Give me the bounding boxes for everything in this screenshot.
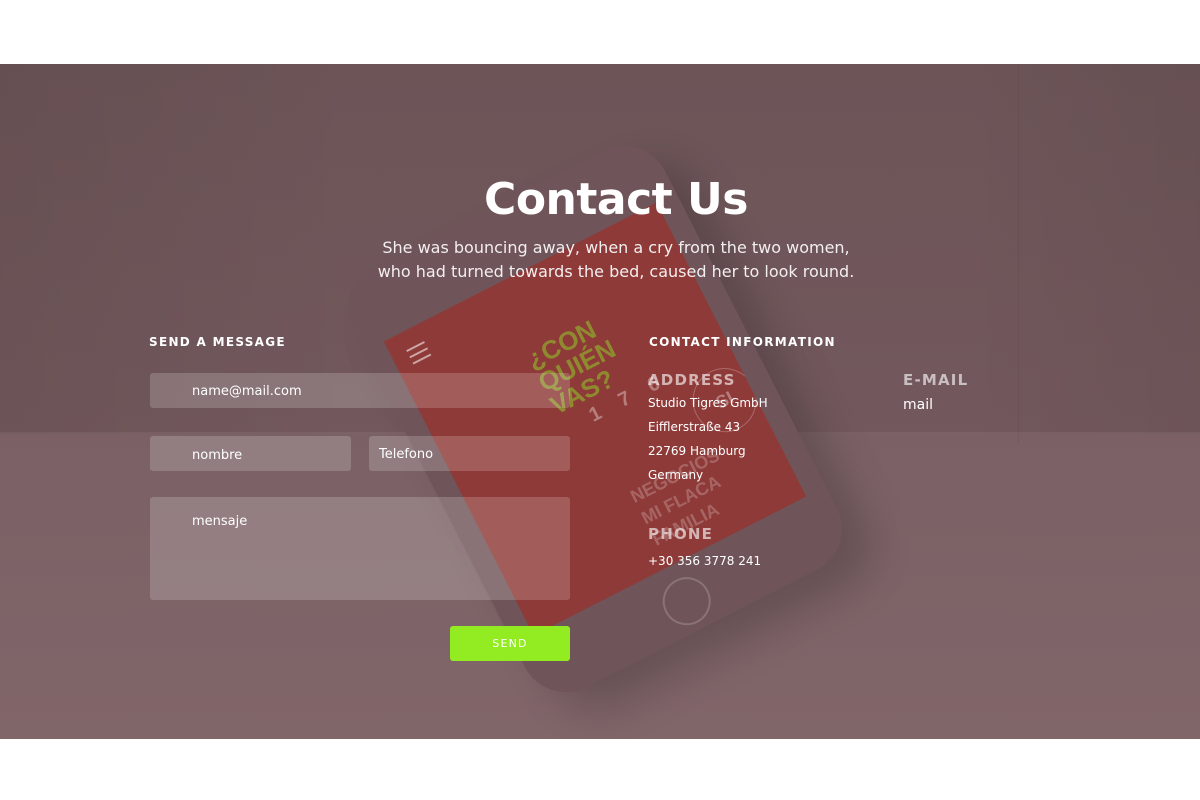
hamburger-menu-icon	[406, 341, 433, 369]
email-heading: E-MAIL	[903, 371, 969, 389]
phone-value[interactable]: +30 356 3778 241	[648, 554, 761, 568]
page-subtitle: She was bouncing away, when a cry from t…	[0, 236, 1200, 284]
name-field[interactable]: nombre	[150, 436, 351, 471]
phone-heading: PHONE	[648, 525, 714, 543]
subtitle-line: who had turned towards the bed, caused h…	[377, 262, 855, 281]
contact-information-label: CONTACT INFORMATION	[649, 335, 836, 349]
email-field[interactable]: name@mail.com	[150, 373, 570, 408]
message-placeholder: mensaje	[192, 514, 248, 529]
address-line: 22769 Hamburg	[648, 444, 746, 458]
send-button[interactable]: SEND	[450, 626, 570, 661]
phone-field[interactable]: Telefono	[369, 436, 570, 471]
name-placeholder: nombre	[192, 448, 243, 463]
phone-home-button	[654, 568, 720, 634]
email-value[interactable]: mail	[903, 397, 933, 413]
phone-placeholder: Telefono	[379, 447, 434, 462]
message-field[interactable]: mensaje	[150, 497, 570, 600]
page-title: Contact Us	[484, 174, 748, 225]
address-heading: ADDRESS	[648, 371, 736, 389]
subtitle-line: She was bouncing away, when a cry from t…	[382, 238, 850, 257]
address-line: Eifflerstraße 43	[648, 420, 741, 434]
address-line: Studio Tigres GmbH	[648, 396, 768, 410]
send-message-label: SEND A MESSAGE	[149, 335, 286, 349]
email-placeholder: name@mail.com	[192, 384, 302, 399]
address-line: Germany	[648, 468, 704, 482]
